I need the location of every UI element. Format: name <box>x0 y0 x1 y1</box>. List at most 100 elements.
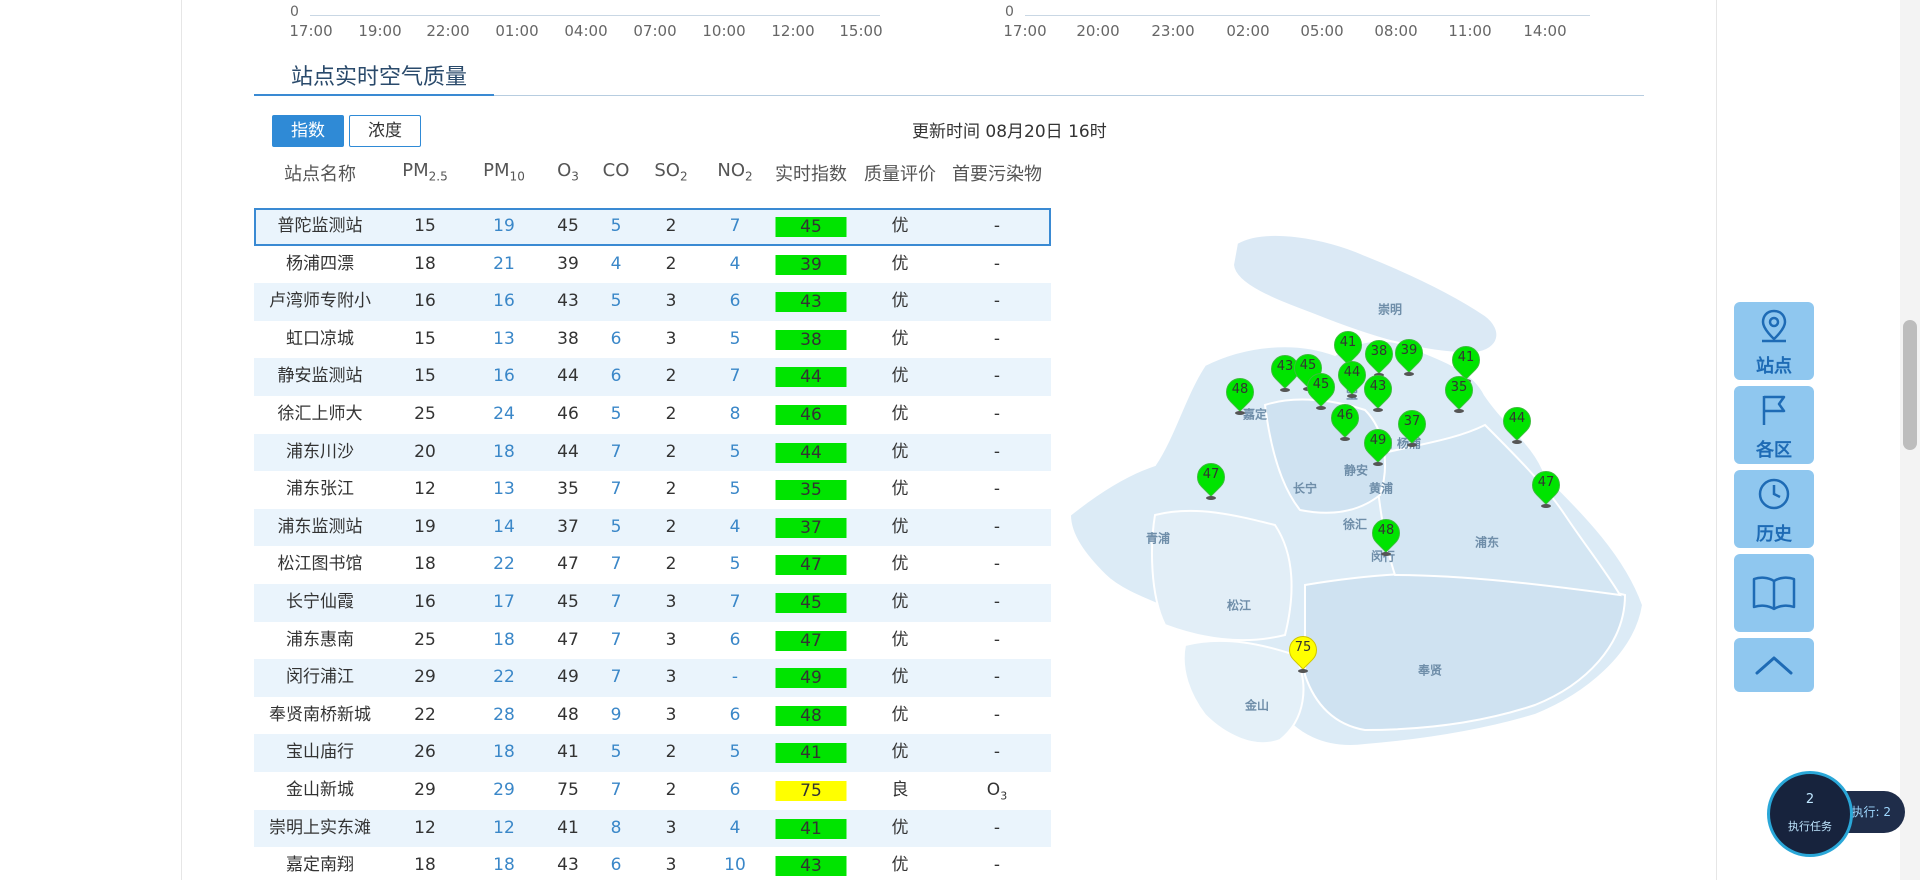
table-row[interactable]: 浦东惠南 25 18 47 7 3 6 47 优 - <box>254 622 1051 660</box>
cell-co: 7 <box>610 591 622 612</box>
cell-pm10: 16 <box>493 291 515 312</box>
station-marker[interactable]: 48 <box>1220 372 1260 416</box>
cell-name[interactable]: 浦东川沙 <box>286 434 354 472</box>
cell-aqi: 38 <box>775 329 847 350</box>
table-row[interactable]: 徐汇上师大 25 24 46 5 2 8 46 优 - <box>254 396 1051 434</box>
cell-pm25: 29 <box>414 667 436 688</box>
cell-name[interactable]: 浦东张江 <box>286 471 354 509</box>
marker-value: 44 <box>1343 365 1361 380</box>
cell-name[interactable]: 徐汇上师大 <box>278 396 363 434</box>
station-table-body: 普陀监测站 15 19 45 5 2 7 45 优 - 杨浦四漂 18 21 39 4 2 4 39 优 - 卢湾师专附… <box>254 208 1051 885</box>
cell-name[interactable]: 松江图书馆 <box>278 546 363 584</box>
station-marker[interactable]: 43 <box>1358 369 1398 413</box>
station-marker[interactable]: 44 <box>1497 401 1537 445</box>
cell-aqi: 35 <box>775 480 847 501</box>
cell-primary: - <box>993 253 1001 274</box>
cell-pm25: 25 <box>414 629 436 650</box>
back-to-top-button[interactable] <box>1734 638 1814 692</box>
sidebar-district-button[interactable]: 各区 <box>1734 386 1814 464</box>
table-row[interactable]: 金山新城 29 29 75 7 2 6 75 良 O3 <box>254 772 1051 810</box>
cell-grade: 优 <box>891 742 909 763</box>
cell-name[interactable]: 浦东监测站 <box>278 509 363 547</box>
cell-aqi: 75 <box>775 780 847 801</box>
cell-name[interactable]: 闵行浦江 <box>286 659 354 697</box>
table-row[interactable]: 浦东监测站 19 14 37 5 2 4 37 优 - <box>254 508 1051 547</box>
sidebar-history-label: 历史 <box>1756 524 1792 545</box>
sidebar-station-label: 站点 <box>1756 356 1792 377</box>
sidebar-guide-button[interactable] <box>1734 554 1814 632</box>
table-row[interactable]: 卢湾师专附小 16 16 43 5 3 6 43 优 - <box>254 283 1051 321</box>
station-marker[interactable]: 49 <box>1358 423 1398 467</box>
table-row[interactable]: 嘉定南翔 18 18 43 6 3 10 43 优 - <box>254 847 1051 885</box>
cell-name[interactable]: 浦东惠南 <box>286 622 354 660</box>
cell-grade: 优 <box>891 216 909 236</box>
cell-pm10: 18 <box>493 629 515 650</box>
station-marker[interactable]: 35 <box>1439 370 1479 414</box>
cell-name[interactable]: 卢湾师专附小 <box>269 283 371 321</box>
sidebar-history-button[interactable]: 历史 <box>1734 470 1814 548</box>
table-row[interactable]: 崇明上实东滩 12 12 41 8 3 4 41 优 - <box>254 809 1051 848</box>
table-row[interactable]: 奉贤南桥新城 22 28 48 9 3 6 48 优 - <box>254 697 1051 735</box>
index-toggle-button[interactable]: 指数 <box>272 115 344 147</box>
cell-pm25: 18 <box>414 253 436 274</box>
cell-name[interactable]: 嘉定南翔 <box>286 847 354 885</box>
x-tick: 23:00 <box>1151 22 1195 40</box>
cell-no2: 4 <box>729 817 741 838</box>
cell-pm10: 21 <box>493 253 515 274</box>
table-row[interactable]: 长宁仙霞 16 17 45 7 3 7 45 优 - <box>254 583 1051 622</box>
cell-co: 9 <box>610 704 622 725</box>
cell-primary: - <box>993 667 1001 688</box>
station-marker[interactable]: 46 <box>1325 398 1365 442</box>
sidebar-station-button[interactable]: 站点 <box>1734 302 1814 380</box>
district-label: 崇明 <box>1377 302 1403 317</box>
page-scrollbar[interactable] <box>1900 0 1920 880</box>
table-row[interactable]: 普陀监测站 15 19 45 5 2 7 45 优 - <box>254 208 1051 246</box>
station-marker[interactable]: 39 <box>1389 333 1429 377</box>
cell-so2: 2 <box>665 441 677 462</box>
table-row[interactable]: 闵行浦江 29 22 49 7 3 - 49 优 - <box>254 659 1051 697</box>
cell-name[interactable]: 崇明上实东滩 <box>269 810 371 848</box>
cell-so2: 3 <box>665 855 677 876</box>
hourly-chart-right-axis: 0 17:00 20:00 23:00 02:00 05:00 08:00 11… <box>990 0 1610 40</box>
cell-name[interactable]: 普陀监测站 <box>278 208 363 246</box>
station-marker[interactable]: 44 <box>1332 355 1372 399</box>
cell-name[interactable]: 金山新城 <box>286 772 354 810</box>
cell-pm25: 18 <box>414 554 436 575</box>
station-marker[interactable]: 75 <box>1283 630 1323 674</box>
cell-name[interactable]: 杨浦四漂 <box>286 246 354 284</box>
station-marker[interactable]: 47 <box>1191 457 1231 501</box>
station-marker[interactable]: 38 <box>1359 334 1399 378</box>
table-row[interactable]: 浦东张江 12 13 35 7 2 5 35 优 - <box>254 471 1051 509</box>
table-row[interactable]: 松江图书馆 18 22 47 7 2 5 47 优 - <box>254 546 1051 584</box>
scrollbar-thumb[interactable] <box>1903 320 1917 450</box>
cell-no2: 6 <box>729 704 741 725</box>
cell-name[interactable]: 奉贤南桥新城 <box>269 697 371 735</box>
marker-shadow <box>1454 409 1464 413</box>
cell-so2: 2 <box>665 253 677 274</box>
table-row[interactable]: 虹口凉城 15 13 38 6 3 5 38 优 - <box>254 321 1051 359</box>
cell-aqi: 45 <box>775 217 847 237</box>
task-widget[interactable]: 2 执行任务 <box>1767 771 1853 857</box>
station-marker[interactable]: 37 <box>1392 404 1432 448</box>
table-row[interactable]: 宝山庙行 26 18 41 5 2 5 41 优 - <box>254 734 1051 772</box>
marker-shadow <box>1347 394 1357 398</box>
table-row[interactable]: 杨浦四漂 18 21 39 4 2 4 39 优 - <box>254 246 1051 284</box>
page-frame-left <box>181 0 182 880</box>
x-tick: 01:00 <box>495 22 539 40</box>
cell-primary: - <box>993 403 1001 424</box>
concentration-toggle-button[interactable]: 浓度 <box>349 115 421 147</box>
cell-no2: - <box>731 667 739 688</box>
cell-name[interactable]: 长宁仙霞 <box>286 584 354 622</box>
cell-name[interactable]: 虹口凉城 <box>286 321 354 359</box>
station-marker[interactable]: 48 <box>1366 513 1406 557</box>
cell-no2: 8 <box>729 403 741 424</box>
cell-name[interactable]: 静安监测站 <box>278 358 363 396</box>
x-tick: 14:00 <box>1523 22 1567 40</box>
station-marker[interactable]: 47 <box>1526 465 1566 509</box>
table-row[interactable]: 浦东川沙 20 18 44 7 2 5 44 优 - <box>254 433 1051 472</box>
x-tick: 19:00 <box>358 22 402 40</box>
table-row[interactable]: 静安监测站 15 16 44 6 2 7 44 优 - <box>254 358 1051 396</box>
cell-pm10: 22 <box>493 554 515 575</box>
cell-primary: O3 <box>986 779 1008 803</box>
cell-name[interactable]: 宝山庙行 <box>286 734 354 772</box>
